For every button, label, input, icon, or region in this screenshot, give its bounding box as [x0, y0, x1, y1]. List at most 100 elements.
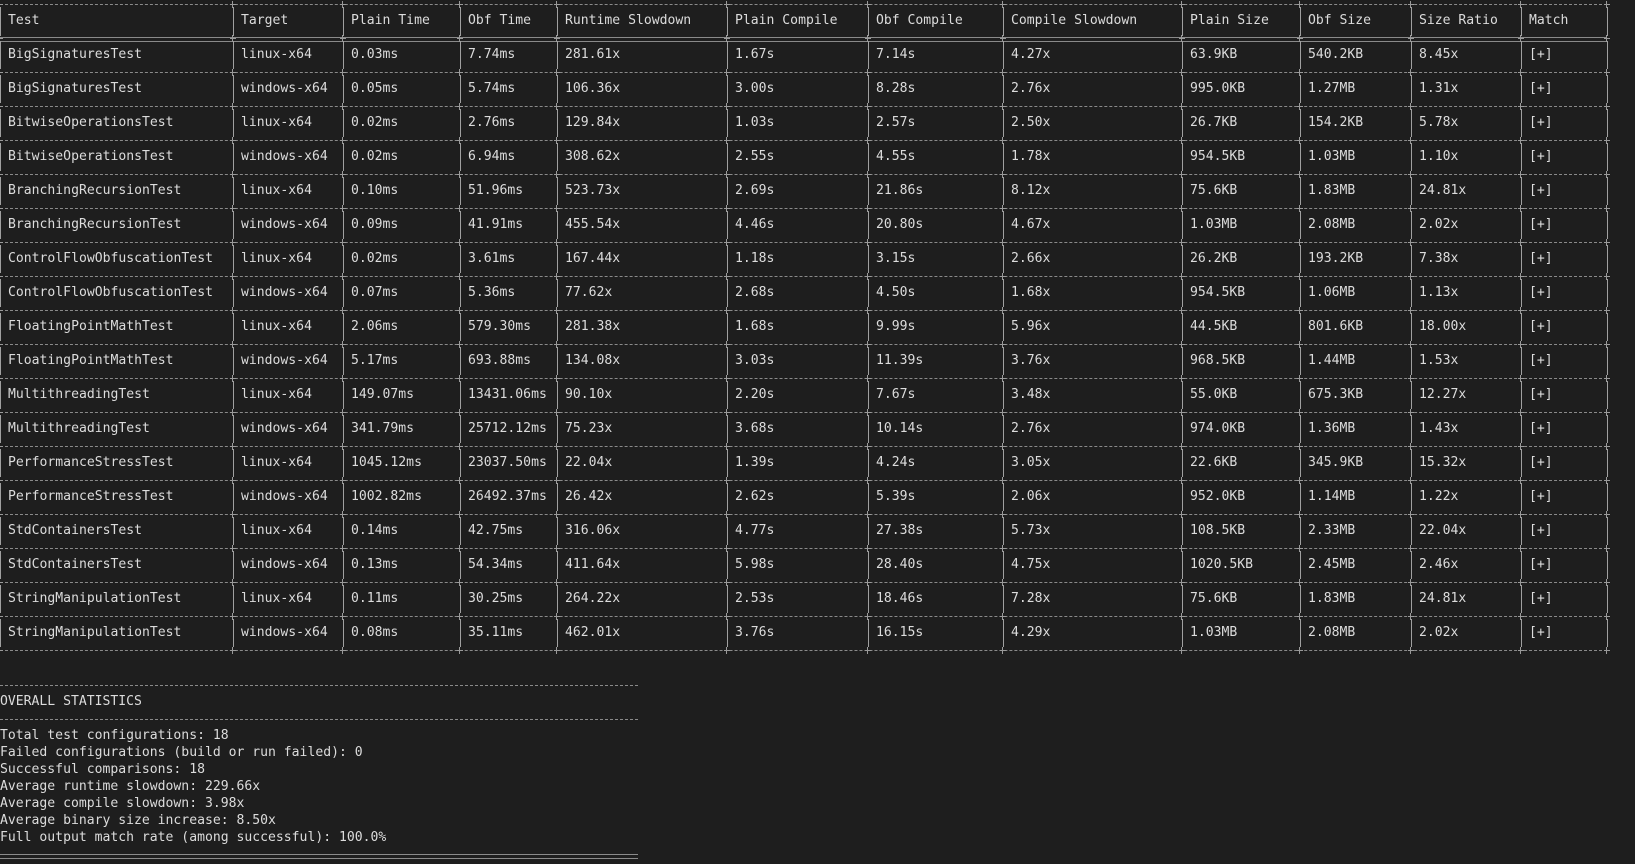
column-divider	[727, 279, 728, 307]
table-cell: 2.08MB	[1308, 625, 1356, 640]
column-divider	[1300, 585, 1301, 613]
table-cell: 0.02ms	[351, 149, 399, 164]
column-divider	[0, 585, 1, 613]
table-cell: windows-x64	[241, 285, 328, 300]
table-cell: [+]	[1529, 81, 1553, 96]
column-header: Plain Compile	[735, 13, 838, 28]
table-cell: 3.61ms	[468, 251, 516, 266]
column-divider	[1003, 109, 1004, 137]
column-divider	[1521, 313, 1522, 341]
column-divider	[460, 347, 461, 375]
stats-line: Average compile slowdown: 3.98x	[0, 796, 245, 811]
column-divider	[343, 483, 344, 511]
table-cell: windows-x64	[241, 557, 328, 572]
table-cell: 5.39s	[876, 489, 916, 504]
column-divider	[1003, 449, 1004, 477]
table-cell: 129.84x	[565, 115, 621, 130]
table-cell: ControlFlowObfuscationTest	[8, 285, 213, 300]
column-divider	[0, 245, 1, 273]
table-cell: BranchingRecursionTest	[8, 183, 182, 198]
column-divider	[343, 177, 344, 205]
column-divider	[1300, 245, 1301, 273]
table-cell: 1.03s	[735, 115, 775, 130]
table-cell: 954.5KB	[1190, 285, 1246, 300]
table-border	[0, 310, 1607, 311]
column-divider	[460, 551, 461, 579]
table-cell: 149.07ms	[351, 387, 415, 402]
table-cell: 675.3KB	[1308, 387, 1364, 402]
table-cell: 4.67x	[1011, 217, 1051, 232]
column-divider	[868, 211, 869, 239]
table-cell: 1.39s	[735, 455, 775, 470]
column-divider	[868, 279, 869, 307]
column-divider	[1521, 347, 1522, 375]
column-divider	[1607, 619, 1608, 647]
table-border	[0, 174, 1607, 175]
column-divider	[1607, 143, 1608, 171]
table-cell: 3.05x	[1011, 455, 1051, 470]
table-cell: 16.15s	[876, 625, 924, 640]
table-cell: 1.03MB	[1190, 625, 1238, 640]
column-divider	[1182, 109, 1183, 137]
table-cell: 134.08x	[565, 353, 621, 368]
column-divider	[1607, 245, 1608, 273]
table-cell: 5.17ms	[351, 353, 399, 368]
column-divider	[0, 41, 1, 69]
column-divider	[557, 347, 558, 375]
column-divider	[1607, 313, 1608, 341]
column-divider	[727, 41, 728, 69]
table-cell: PerformanceStressTest	[8, 489, 174, 504]
table-cell: 51.96ms	[468, 183, 524, 198]
column-divider	[1607, 75, 1608, 103]
table-cell: 7.14s	[876, 47, 916, 62]
column-divider	[343, 449, 344, 477]
column-divider	[727, 517, 728, 545]
table-cell: 75.6KB	[1190, 183, 1238, 198]
table-cell: 25712.12ms	[468, 421, 547, 436]
column-header: Obf Size	[1308, 13, 1372, 28]
column-divider	[343, 517, 344, 545]
stats-divider	[0, 685, 638, 686]
table-cell: 2.68s	[735, 285, 775, 300]
column-divider	[233, 75, 234, 103]
table-cell: StdContainersTest	[8, 523, 143, 538]
table-cell: 523.73x	[565, 183, 621, 198]
table-cell: [+]	[1529, 489, 1553, 504]
stats-footer-rule	[0, 854, 638, 859]
column-divider	[1521, 279, 1522, 307]
table-cell: 0.02ms	[351, 251, 399, 266]
column-divider	[557, 279, 558, 307]
table-cell: 44.5KB	[1190, 319, 1238, 334]
column-divider	[727, 313, 728, 341]
column-divider	[557, 7, 558, 36]
table-cell: 281.61x	[565, 47, 621, 62]
column-divider	[0, 313, 1, 341]
table-cell: 41.91ms	[468, 217, 524, 232]
table-cell: 0.08ms	[351, 625, 399, 640]
table-cell: 5.96x	[1011, 319, 1051, 334]
column-divider	[1182, 143, 1183, 171]
column-divider	[1003, 551, 1004, 579]
column-divider	[727, 7, 728, 36]
table-cell: 954.5KB	[1190, 149, 1246, 164]
column-divider	[1182, 551, 1183, 579]
column-divider	[868, 75, 869, 103]
stats-line: Full output match rate (among successful…	[0, 830, 387, 845]
column-divider	[1300, 143, 1301, 171]
column-divider	[233, 143, 234, 171]
table-cell: 1.03MB	[1190, 217, 1238, 232]
column-divider	[1182, 619, 1183, 647]
table-cell: 90.10x	[565, 387, 613, 402]
column-divider	[233, 449, 234, 477]
column-divider	[1411, 75, 1412, 103]
column-divider	[343, 41, 344, 69]
table-cell: 2.50x	[1011, 115, 1051, 130]
stats-divider	[0, 719, 638, 720]
column-divider	[557, 245, 558, 273]
column-divider	[727, 211, 728, 239]
table-border	[0, 276, 1607, 277]
table-cell: [+]	[1529, 455, 1553, 470]
table-cell: StringManipulationTest	[8, 591, 182, 606]
column-divider	[1411, 551, 1412, 579]
column-divider	[1300, 347, 1301, 375]
